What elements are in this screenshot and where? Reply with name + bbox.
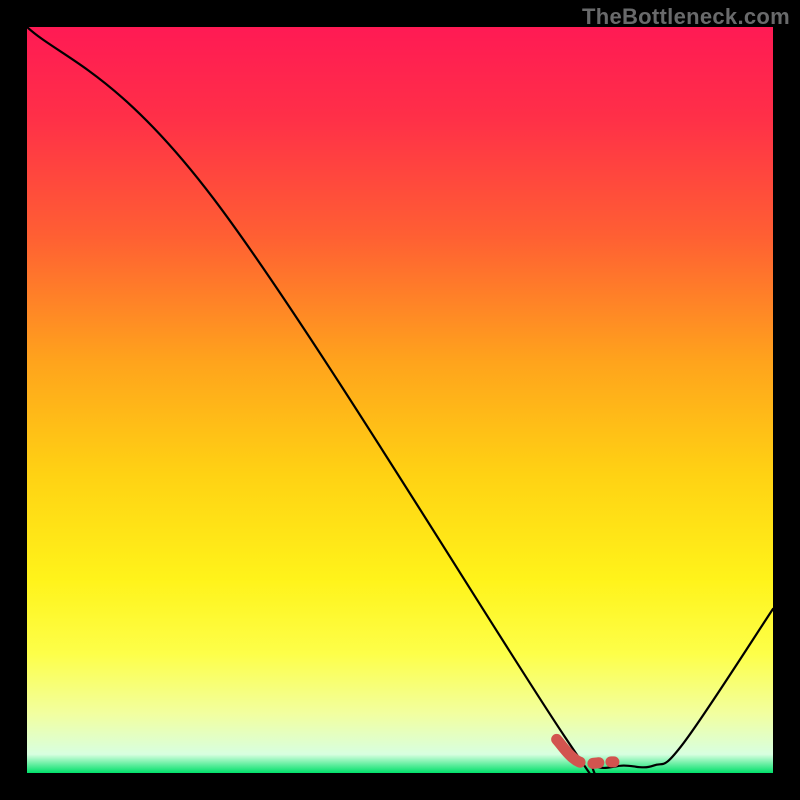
gradient-background [27,27,773,773]
chart-frame: TheBottleneck.com [0,0,800,800]
chart-svg [27,27,773,773]
plot-area [27,27,773,773]
watermark-text: TheBottleneck.com [582,4,790,30]
